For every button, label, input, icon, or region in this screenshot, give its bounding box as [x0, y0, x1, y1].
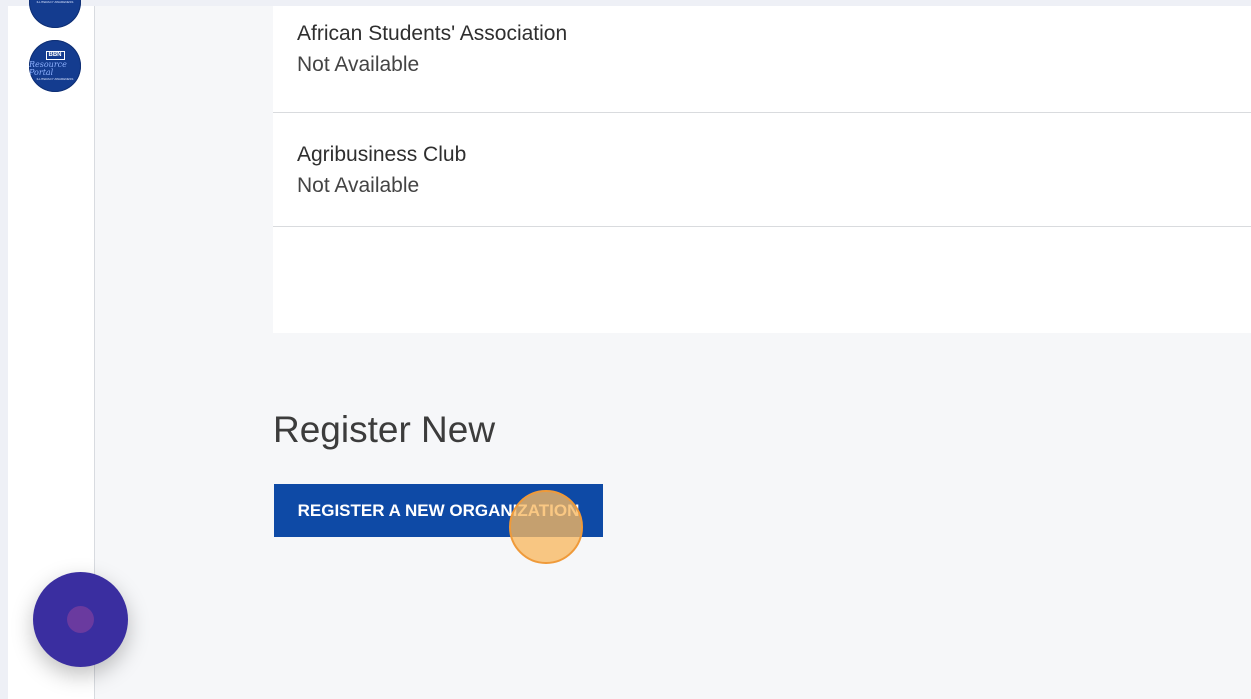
organization-name: Agribusiness Club: [297, 143, 467, 166]
chat-icon: [67, 606, 94, 633]
chat-launcher-button[interactable]: [33, 572, 128, 667]
badge-caption: ILLITERACY AWARENESS: [36, 77, 74, 81]
list-item[interactable]: African Students' Association Not Availa…: [273, 6, 1251, 113]
organization-status: Not Available: [297, 174, 420, 197]
badge-title: Resource Portal: [29, 60, 67, 77]
list-item[interactable]: Agribusiness Club Not Available: [273, 113, 1251, 227]
badge-logo-text: BBN: [45, 51, 65, 60]
sidebar-badge-partial[interactable]: ILLITERACY AWARENESS: [29, 0, 81, 28]
register-heading: Register New: [273, 409, 496, 450]
register-organization-button[interactable]: REGISTER A NEW ORGANIZATION: [274, 484, 603, 537]
organization-status: Not Available: [297, 53, 420, 76]
resource-portal-badge[interactable]: BBN Resource Portal ILLITERACY AWARENESS: [29, 40, 81, 92]
window-left-edge: [0, 0, 8, 699]
organization-name: African Students' Association: [297, 22, 568, 45]
badge-caption: ILLITERACY AWARENESS: [36, 0, 74, 4]
organization-list: African Students' Association Not Availa…: [273, 6, 1251, 333]
